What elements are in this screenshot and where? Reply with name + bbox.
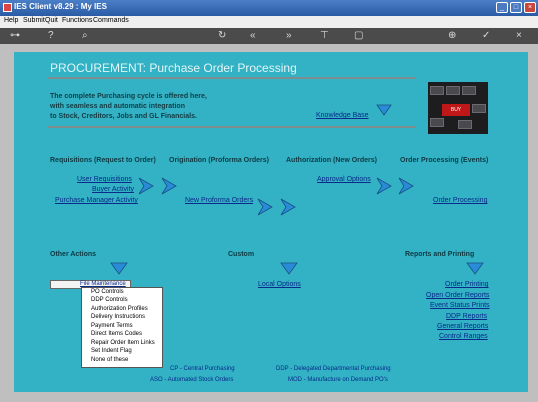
reports-arrow-icon[interactable] — [466, 262, 484, 275]
intro-line-2: with seamless and automatic integration — [50, 103, 185, 110]
legend-mod: MOD - Manufacture on Demand PO's — [288, 377, 388, 383]
close-window-icon[interactable]: × — [524, 2, 536, 13]
help-icon[interactable]: ? — [48, 29, 54, 43]
menu-item-ddp-controls[interactable]: DDP Controls — [91, 297, 128, 303]
toolbar: ⊶ ? ⌕ ↻ « » ⊤ ▢ ⊕ ✓ × — [0, 28, 538, 44]
new-proforma-orders-link[interactable]: New Proforma Orders — [185, 197, 253, 204]
order-printing-link[interactable]: Order Printing — [445, 281, 489, 288]
menu-item-set-indent-flag[interactable]: Set Indent Flag — [91, 348, 132, 354]
menu-item-repair-order-item-links[interactable]: Repair Order Item Links — [91, 340, 155, 346]
search-icon[interactable]: ⌕ — [82, 29, 88, 43]
menu-quit[interactable]: Quit — [45, 17, 58, 24]
menu-item-direct-items-codes[interactable]: Direct Items Codes — [91, 331, 142, 337]
origination-header: Origination (Proforma Orders) — [169, 157, 269, 164]
buyer-activity-link[interactable]: Buyer Activity — [92, 186, 134, 193]
menu-submit[interactable]: Submit — [23, 17, 45, 24]
list-icon[interactable]: ▢ — [354, 29, 363, 43]
page-title: PROCUREMENT: Purchase Order Processing — [50, 61, 297, 75]
menu-help[interactable]: Help — [4, 17, 18, 24]
plus-icon[interactable]: ⊕ — [448, 29, 456, 43]
legend-ddp: DDP - Delegated Departmental Purchasing — [276, 366, 391, 372]
intro-line-1: The complete Purchasing cycle is offered… — [50, 93, 207, 100]
open-order-reports-link[interactable]: Open Order Reports — [426, 292, 489, 299]
ddp-reports-link[interactable]: DDP Reports — [446, 313, 487, 320]
reports-header: Reports and Printing — [405, 251, 475, 258]
user-requisitions-link[interactable]: User Requisitions — [77, 176, 132, 183]
menu-item-delivery-instructions[interactable]: Delivery Instructions — [91, 314, 145, 320]
menu-commands[interactable]: Commands — [93, 17, 129, 24]
local-options-link[interactable]: Local Options — [258, 281, 301, 288]
next-icon[interactable]: ⊤ — [320, 29, 329, 43]
menu-item-none[interactable]: None of these — [91, 357, 128, 363]
app-icon — [3, 3, 12, 12]
requisitions-header: Requisitions (Request to Order) — [50, 157, 156, 164]
chevron-right-icon[interactable] — [280, 198, 296, 216]
window-title: IES Client v8.29 : My IES — [14, 2, 107, 11]
title-bar: IES Client v8.29 : My IES _ □ × — [0, 0, 538, 16]
control-ranges-link[interactable]: Control Ranges — [439, 333, 488, 340]
menu-functions[interactable]: Functions — [62, 17, 92, 24]
maximize-icon[interactable]: □ — [510, 2, 522, 13]
chevron-right-icon[interactable] — [257, 198, 273, 216]
minimize-icon[interactable]: _ — [496, 2, 508, 13]
intro-divider — [48, 126, 416, 128]
custom-header: Custom — [228, 251, 255, 258]
intro-line-3: to Stock, Creditors, Jobs and GL Financi… — [50, 113, 197, 120]
legend-aso: ASO - Automated Stock Orders — [150, 377, 234, 383]
buy-key-label: BUY — [442, 104, 470, 116]
refresh-icon[interactable]: ↻ — [218, 29, 226, 43]
close-icon[interactable]: × — [516, 29, 522, 43]
key-icon[interactable]: ⊶ — [10, 29, 20, 43]
other-actions-arrow-icon[interactable] — [110, 262, 128, 275]
menu-item-payment-terms[interactable]: Payment Terms — [91, 323, 133, 329]
event-status-prints-link[interactable]: Event Status Prints — [430, 302, 490, 309]
approval-options-link[interactable]: Approval Options — [317, 176, 371, 183]
authorization-header: Authorization (New Orders) — [286, 157, 378, 164]
menu-item-po-controls[interactable]: PO Controls — [91, 289, 124, 295]
chevron-right-icon[interactable] — [376, 177, 392, 195]
chevron-right-icon[interactable] — [398, 177, 414, 195]
file-maintenance-menu: PO Controls DDP Controls Authorization P… — [81, 287, 163, 368]
chevron-right-icon[interactable] — [138, 177, 154, 195]
check-icon[interactable]: ✓ — [482, 29, 490, 43]
order-processing-header: Order Processing (Events) — [400, 157, 489, 164]
title-divider — [48, 77, 416, 79]
general-reports-link[interactable]: General Reports — [437, 323, 488, 330]
legend-cp: CP - Central Purchasing — [170, 366, 235, 372]
purchase-manager-activity-link[interactable]: Purchase Manager Activity — [55, 197, 138, 204]
chevron-right-icon[interactable] — [161, 177, 177, 195]
custom-arrow-icon[interactable] — [280, 262, 298, 275]
order-processing-link[interactable]: Order Processing — [433, 197, 487, 204]
knowledge-base-link[interactable]: Knowledge Base — [316, 112, 369, 119]
other-actions-header: Other Actions — [50, 251, 97, 258]
menu-bar: Help Submit Quit Functions Commands — [0, 16, 538, 28]
previous-icon[interactable]: » — [286, 29, 292, 43]
first-icon[interactable]: « — [250, 29, 256, 43]
knowledge-base-arrow-icon[interactable] — [376, 104, 392, 116]
menu-item-authorization-profiles[interactable]: Authorization Profiles — [91, 306, 148, 312]
keyboard-photo: BUY — [428, 82, 488, 134]
